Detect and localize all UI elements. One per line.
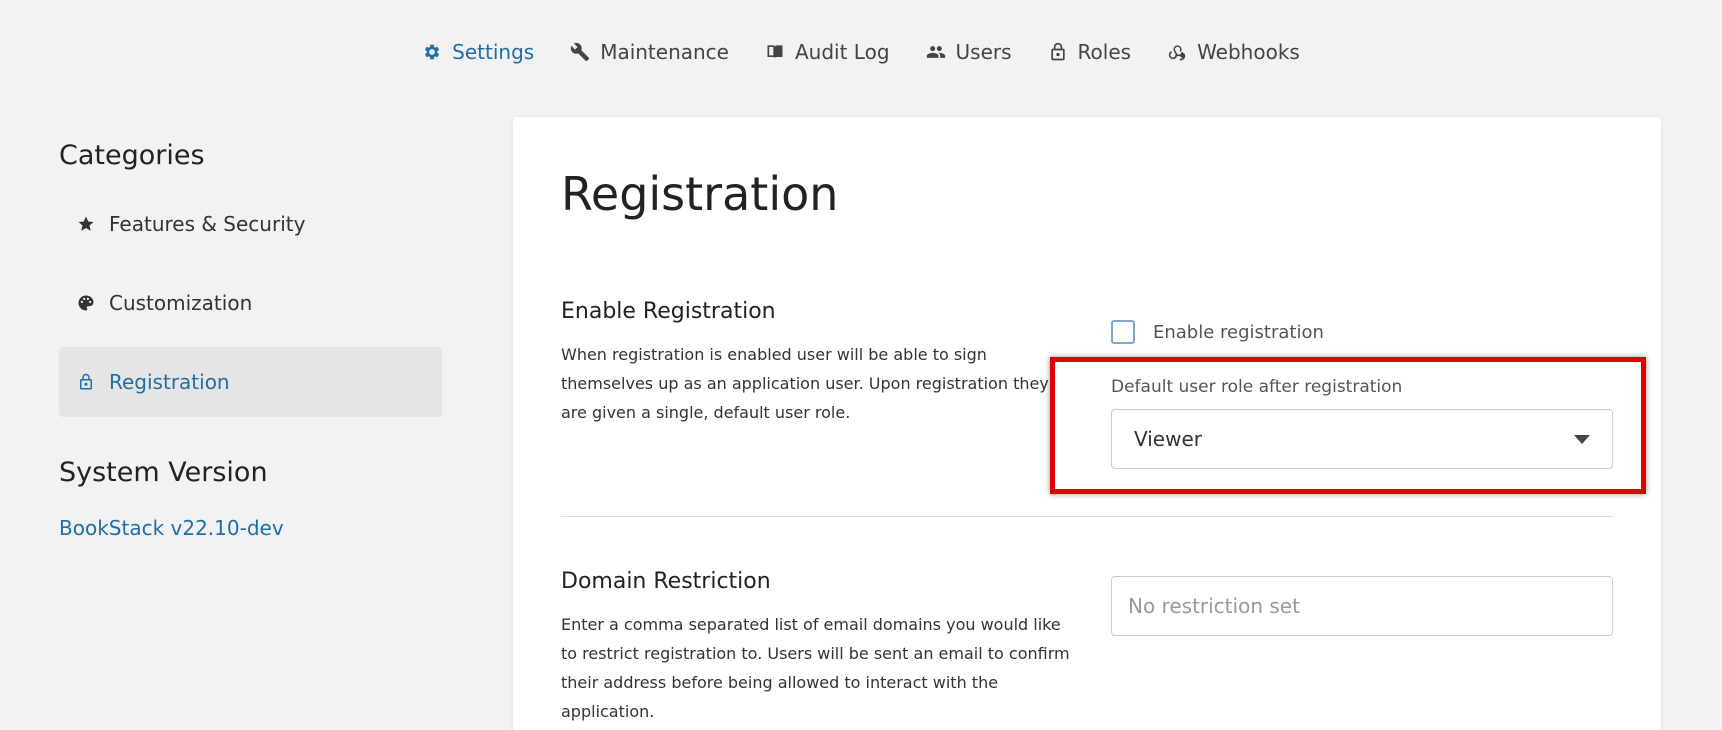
settings-card: Registration Enable Registration When re… xyxy=(513,117,1661,730)
categories-title: Categories xyxy=(59,140,205,171)
enable-registration-title: Enable Registration xyxy=(561,299,776,324)
version-link[interactable]: BookStack v22.10-dev xyxy=(59,516,284,540)
nav-users-label: Users xyxy=(955,40,1012,64)
sidebar-item-customization[interactable]: Customization xyxy=(59,268,442,338)
users-icon xyxy=(926,46,945,58)
domain-restriction-title: Domain Restriction xyxy=(561,569,771,594)
default-role-label: Default user role after registration xyxy=(1111,377,1403,397)
default-role-value: Viewer xyxy=(1134,427,1202,451)
wrench-icon xyxy=(570,42,590,62)
enable-registration-section: Enable Registration When registration is… xyxy=(561,299,1071,427)
sidebar-item-label: Registration xyxy=(109,370,230,394)
sidebar: Categories Features & Security Customiza… xyxy=(59,140,442,540)
nav-webhooks[interactable]: Webhooks xyxy=(1167,40,1300,64)
nav-users[interactable]: Users xyxy=(926,40,1012,64)
domain-restriction-description: Enter a comma separated list of email do… xyxy=(561,615,1070,721)
palette-icon xyxy=(78,295,94,311)
domain-restriction-section: Domain Restriction Enter a comma separat… xyxy=(561,569,1071,726)
enable-registration-toggle[interactable]: Enable registration xyxy=(1111,320,1324,344)
webhook-icon xyxy=(1168,45,1186,61)
top-navigation: Settings Maintenance Audit Log Users Rol… xyxy=(0,40,1722,64)
section-divider xyxy=(561,516,1613,517)
nav-webhooks-label: Webhooks xyxy=(1197,40,1300,64)
enable-registration-checkbox-label: Enable registration xyxy=(1153,321,1324,343)
nav-settings[interactable]: Settings xyxy=(422,40,534,64)
chevron-down-icon xyxy=(1574,434,1590,444)
default-role-select[interactable]: Viewer xyxy=(1111,409,1613,469)
system-version-title: System Version xyxy=(59,457,268,488)
enable-registration-description: When registration is enabled user will b… xyxy=(561,345,1049,422)
sidebar-item-features-security[interactable]: Features & Security xyxy=(59,189,442,259)
nav-settings-label: Settings xyxy=(452,40,535,64)
nav-roles-label: Roles xyxy=(1077,40,1132,64)
lock-icon xyxy=(80,373,92,390)
book-icon xyxy=(767,45,783,59)
nav-maintenance[interactable]: Maintenance xyxy=(570,40,729,64)
sidebar-item-label: Customization xyxy=(109,291,253,315)
page-title: Registration xyxy=(561,167,839,221)
nav-audit-log[interactable]: Audit Log xyxy=(765,40,890,64)
nav-roles[interactable]: Roles xyxy=(1048,40,1132,64)
nav-maintenance-label: Maintenance xyxy=(600,40,729,64)
lock-icon xyxy=(1050,42,1065,61)
enable-registration-checkbox[interactable] xyxy=(1111,320,1135,344)
sidebar-item-label: Features & Security xyxy=(109,212,306,236)
gear-icon xyxy=(425,44,440,60)
star-icon xyxy=(78,216,94,231)
sidebar-item-registration[interactable]: Registration xyxy=(59,347,442,417)
nav-audit-log-label: Audit Log xyxy=(795,40,890,64)
domain-restriction-input[interactable] xyxy=(1111,576,1613,636)
